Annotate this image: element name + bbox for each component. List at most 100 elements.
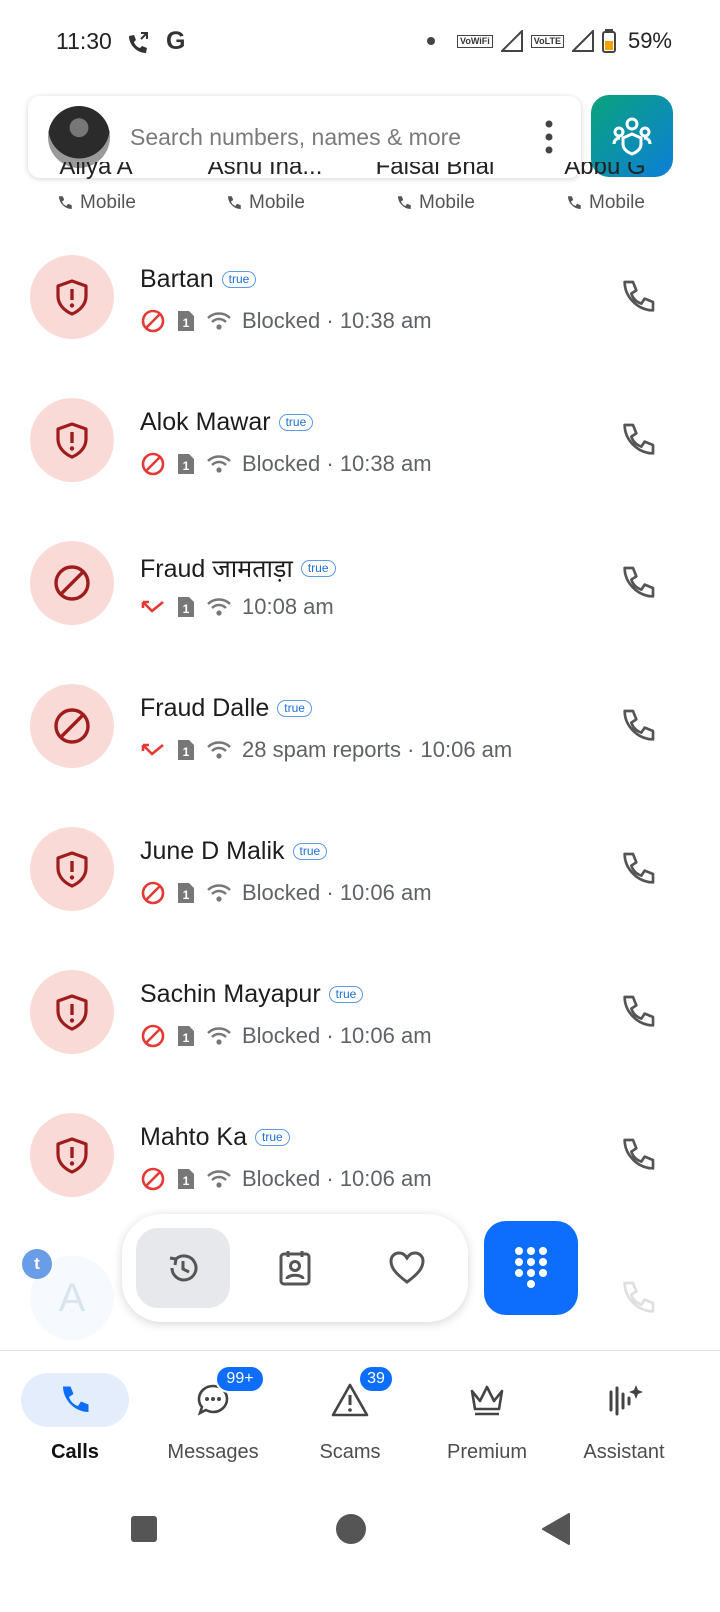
recents-tab[interactable] [136,1228,230,1308]
nav-premium[interactable]: Premium [399,1351,535,1477]
nav-calls[interactable]: Calls [0,1351,129,1477]
battery-percent: 59% [627,28,672,53]
recents-square-icon[interactable] [131,1516,157,1542]
scams-badge: 39 [358,1365,394,1393]
wifi-call-icon [206,596,232,618]
dialpad-button[interactable] [484,1221,578,1315]
contact-name: Alok Mawar [140,408,271,436]
spam-avatar[interactable] [30,398,114,482]
status-bar: 11:30 G VoWiFi VoLTE 59% [0,0,720,84]
truecaller-badge: true [277,700,312,717]
phone-small-icon [568,196,581,209]
svg-text:1: 1 [183,602,190,616]
block-icon [51,705,93,747]
nav-messages[interactable]: 99+ Messages [125,1351,265,1477]
calls-filter-bar [122,1214,468,1322]
missed-call-icon [140,737,166,763]
call-log-row[interactable]: Alok Mawar true 1 Blocked · 10:38 am [0,398,720,528]
call-log-row[interactable]: Fraud Dalle true 1 28 spam reports · 10:06 … [0,684,720,814]
home-circle-icon[interactable] [336,1514,366,1544]
history-icon [169,1254,198,1282]
blocked-icon [140,1166,166,1192]
profile-avatar[interactable] [48,106,110,168]
call-detail: Blocked · 10:38 am [242,308,432,333]
call-icon[interactable] [618,992,658,1032]
svg-text:1: 1 [183,316,190,330]
volte-icon: VoLTE [530,34,564,48]
vowifi-icon: VoWiFi [457,34,493,48]
sim-1-icon: 1 [176,881,196,905]
blocked-icon [140,880,166,906]
call-icon [623,1281,655,1313]
back-triangle-icon[interactable] [540,1512,572,1546]
shield-icon [52,420,92,460]
signal-icon-2 [571,30,594,52]
contact-name: Bartan [140,265,214,293]
call-icon[interactable] [618,849,658,889]
shield-icon [52,849,92,889]
truecaller-badge: true [255,1129,290,1146]
nav-assistant[interactable]: Assistant [536,1351,672,1477]
truecaller-bubble-icon[interactable]: t [22,1249,52,1279]
wifi-call-icon [206,1168,232,1190]
wifi-call-icon [206,453,232,475]
spam-avatar[interactable] [30,1113,114,1197]
favorite-item[interactable]: Faisal Bhai Mobile [350,160,520,214]
blocked-icon [140,451,166,477]
truecaller-badge: true [328,986,364,1003]
nav-scams[interactable]: 39 Scams [262,1351,398,1477]
spam-avatar[interactable] [30,684,114,768]
favorite-item[interactable]: Ashu Ina... Mobile [180,160,350,214]
shield-icon [52,992,92,1032]
blocked-icon [140,308,166,334]
block-icon [51,562,93,604]
contact-name: Sachin Mayapur [140,980,321,1008]
search-input[interactable]: Search numbers, names & more [130,124,461,151]
sim-1-icon: 1 [176,1024,196,1048]
favorites-row: Aliya A Mobile Ashu Ina... Mobile Faisal… [0,160,720,220]
call-log-row[interactable]: Fraud जामताड़ा true 1 10:08 am [0,541,720,671]
truecaller-badge: true [292,843,328,860]
call-icon[interactable] [618,563,658,603]
spam-avatar[interactable] [30,970,114,1054]
wifi-call-icon [129,32,148,53]
family-shield-icon [612,117,652,156]
sim-1-icon: 1 [176,1167,196,1191]
spam-avatar[interactable] [30,255,114,339]
call-icon[interactable] [618,1135,658,1175]
call-icon[interactable] [618,420,658,460]
signal-icon [500,30,523,52]
svg-text:1: 1 [183,888,190,902]
call-icon[interactable] [618,277,658,317]
spam-avatar[interactable] [30,541,114,625]
status-time: 11:30 [56,28,112,54]
call-detail: Blocked · 10:06 am [242,1023,432,1048]
call-log-row[interactable]: Bartan true 1 Blocked · 10:38 am [0,255,720,385]
missed-call-icon [140,594,166,620]
svg-text:1: 1 [183,459,190,473]
blocked-icon [140,1023,166,1049]
wifi-call-icon [206,310,232,332]
call-detail: 28 spam reports · 10:06 am [242,737,513,762]
svg-text:1: 1 [183,745,190,759]
contacts-icon [279,1251,311,1286]
favorite-item[interactable]: Abbu G Mobile [520,160,690,214]
phone-small-icon [398,196,411,209]
contacts-tab[interactable] [248,1228,342,1308]
call-icon[interactable] [618,706,658,746]
favorite-item[interactable]: Aliya A Mobile [11,160,181,214]
bottom-navigation: Calls 99+ Messages 39 Scams Premium Assi… [0,1350,720,1476]
truecaller-badge: true [221,271,257,288]
assistant-icon [609,1385,643,1416]
svg-text:1: 1 [183,1174,190,1188]
call-log-row[interactable]: Sachin Mayapur true 1 Blocked · 10:06 am [0,970,720,1100]
phone-small-icon [59,196,72,209]
more-options-icon[interactable] [545,120,553,154]
call-detail: Blocked · 10:06 am [242,1166,432,1191]
contact-name: Mahto Ka [140,1123,248,1151]
notification-dot-icon [427,37,436,45]
crown-icon [470,1385,504,1416]
favorites-tab[interactable] [360,1228,454,1308]
spam-avatar[interactable] [30,827,114,911]
call-log-row[interactable]: June D Malik true 1 Blocked · 10:06 am [0,827,720,957]
